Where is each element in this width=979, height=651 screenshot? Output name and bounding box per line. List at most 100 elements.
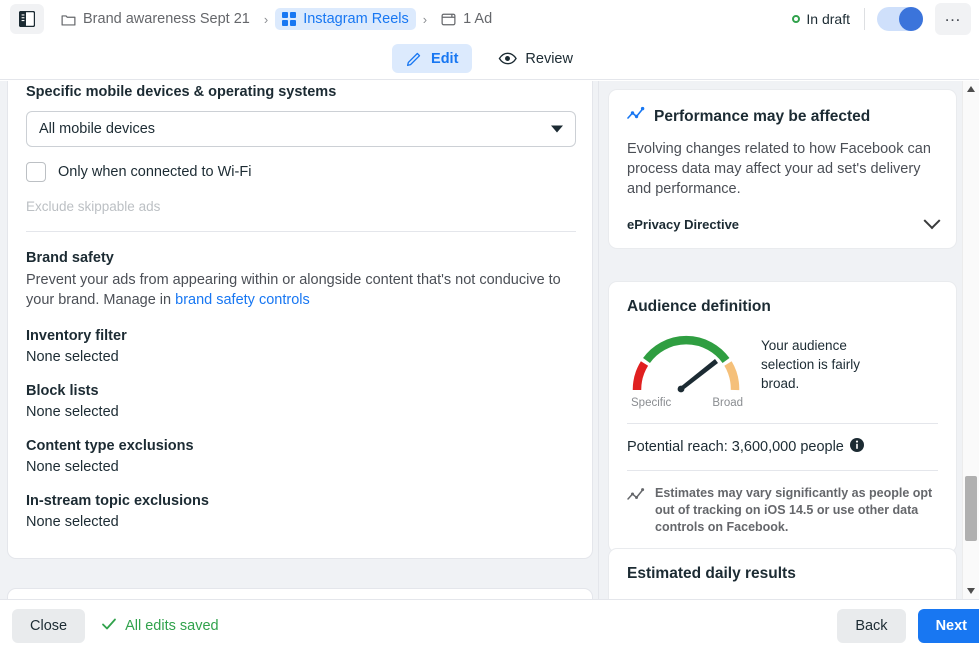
save-status: All edits saved	[101, 616, 219, 636]
insights-column: Performance may be affected Evolving cha…	[600, 81, 979, 599]
ellipsis-icon: …	[944, 6, 962, 25]
field-content-type-exclusions: Content type exclusions None selected	[26, 438, 574, 475]
divider	[864, 8, 865, 30]
tab-bar: Edit Review	[0, 38, 979, 80]
brand-safety-description: Prevent your ads from appearing within o…	[26, 271, 581, 310]
eye-icon	[498, 49, 518, 68]
wifi-checkbox[interactable]	[26, 162, 46, 182]
footer-bar: Close All edits saved Back Next	[0, 599, 979, 651]
status-label: In draft	[806, 11, 850, 27]
scroll-down-arrow-icon[interactable]	[967, 588, 975, 594]
pencil-icon	[406, 50, 423, 67]
close-button[interactable]: Close	[12, 608, 86, 643]
tab-label: Edit	[431, 50, 459, 67]
estimate-disclaimer: Estimates may vary significantly as peop…	[627, 485, 938, 536]
field-value: None selected	[26, 514, 119, 530]
audience-gauge-row: Specific Broad Your audience selection i…	[627, 328, 938, 409]
brand-safety-section: Brand safety Prevent your ads from appea…	[26, 248, 574, 310]
performance-card: Performance may be affected Evolving cha…	[608, 89, 957, 249]
devices-select[interactable]: All mobile devices	[26, 111, 576, 147]
content-area: Specific mobile devices & operating syst…	[0, 81, 979, 599]
active-toggle[interactable]	[877, 7, 923, 31]
top-bar: Brand awareness Sept 21 › Instagram Reel…	[0, 0, 979, 38]
wifi-label: Only when connected to Wi-Fi	[58, 164, 252, 180]
breadcrumb-label: 1 Ad	[463, 11, 493, 27]
exclude-skippable-label: Exclude skippable ads	[26, 199, 161, 214]
gauge-label-specific: Specific	[631, 397, 672, 409]
breadcrumb-separator: ›	[422, 11, 428, 27]
tab-label: Review	[525, 50, 573, 67]
field-value: None selected	[26, 459, 119, 475]
field-value: None selected	[26, 404, 119, 420]
breadcrumb: Brand awareness Sept 21 › Instagram Reel…	[54, 4, 499, 34]
ad-card-icon	[441, 12, 456, 27]
performance-card-title-text: Performance may be affected	[654, 107, 871, 125]
check-icon	[101, 616, 117, 636]
audience-gauge: Specific Broad	[627, 328, 747, 409]
brand-safety-controls-link[interactable]: brand safety controls	[175, 292, 310, 308]
devices-label: Specific mobile devices & operating syst…	[26, 84, 337, 100]
field-inventory-filter: Inventory filter None selected	[26, 328, 574, 365]
more-options-button[interactable]: …	[935, 3, 971, 35]
potential-reach-label: Potential reach: 3,600,000 people	[627, 439, 844, 455]
tab-edit[interactable]: Edit	[392, 44, 473, 73]
chevron-down-icon	[923, 211, 941, 229]
estimate-disclaimer-text: Estimates may vary significantly as peop…	[655, 486, 933, 534]
brand-safety-card: Specific mobile devices & operating syst…	[7, 81, 593, 559]
brand-safety-title: Brand safety	[26, 250, 114, 266]
breadcrumb-item-campaign[interactable]: Brand awareness Sept 21	[54, 8, 257, 30]
divider	[627, 470, 938, 471]
estimated-results-title: Estimated daily results	[627, 565, 796, 582]
performance-card-title: Performance may be affected	[627, 106, 938, 127]
scrollbar-thumb[interactable]	[965, 476, 977, 541]
breadcrumb-item-adset[interactable]: Instagram Reels	[275, 8, 416, 30]
save-status-label: All edits saved	[125, 617, 219, 634]
next-section-card	[7, 588, 593, 599]
breadcrumb-separator: ›	[263, 11, 269, 27]
eprivacy-directive-label: ePrivacy Directive	[627, 217, 740, 232]
scroll-up-arrow-icon[interactable]	[967, 86, 975, 92]
tab-review[interactable]: Review	[484, 43, 587, 74]
toggle-knob	[899, 7, 923, 31]
estimated-daily-results-card: Estimated daily results	[608, 548, 957, 599]
field-value: None selected	[26, 349, 119, 365]
chevron-down-icon	[551, 125, 563, 133]
breadcrumb-label: Brand awareness Sept 21	[83, 11, 250, 27]
field-label: Content type exclusions	[26, 438, 194, 454]
grid-squares-icon	[282, 12, 297, 26]
settings-column: Specific mobile devices & operating syst…	[0, 81, 600, 599]
field-in-stream-topic-exclusions: In-stream topic exclusions None selected	[26, 493, 574, 530]
next-button[interactable]: Next	[917, 608, 979, 643]
back-button[interactable]: Back	[837, 608, 906, 643]
trend-chart-icon	[627, 485, 645, 536]
footer-left-group: Close All edits saved	[12, 608, 219, 643]
audience-card-title-text: Audience definition	[627, 298, 771, 315]
wifi-checkbox-row[interactable]: Only when connected to Wi-Fi	[26, 162, 574, 182]
status-dot-icon	[792, 15, 801, 23]
sidebar-panel-icon	[19, 11, 35, 27]
audience-definition-card: Audience definition Specific Broad Your …	[608, 281, 957, 553]
scrollbar[interactable]	[962, 81, 979, 599]
devices-select-value: All mobile devices	[39, 121, 156, 137]
audience-summary: Your audience selection is fairly broad.	[761, 338, 861, 391]
field-label: In-stream topic exclusions	[26, 493, 209, 509]
audience-card-title: Audience definition	[627, 298, 938, 316]
breadcrumb-label: Instagram Reels	[303, 11, 409, 27]
eprivacy-directive-row[interactable]: ePrivacy Directive	[627, 211, 941, 232]
folder-icon	[61, 12, 76, 27]
section-divider	[26, 231, 576, 232]
divider	[627, 423, 938, 424]
top-bar-right: In draft …	[792, 0, 971, 38]
info-icon[interactable]	[849, 438, 864, 456]
field-label: Inventory filter	[26, 328, 127, 344]
gauge-axis-labels: Specific Broad	[627, 397, 747, 409]
field-label: Block lists	[26, 383, 99, 399]
footer-right-group: Back Next	[837, 608, 979, 643]
column-divider	[598, 81, 599, 599]
breadcrumb-item-ad[interactable]: 1 Ad	[434, 8, 499, 30]
field-block-lists: Block lists None selected	[26, 383, 574, 420]
sidebar-toggle-button[interactable]	[10, 4, 44, 34]
trend-chart-icon	[627, 106, 645, 127]
status-badge: In draft	[792, 11, 864, 27]
potential-reach-row: Potential reach: 3,600,000 people	[627, 438, 938, 456]
